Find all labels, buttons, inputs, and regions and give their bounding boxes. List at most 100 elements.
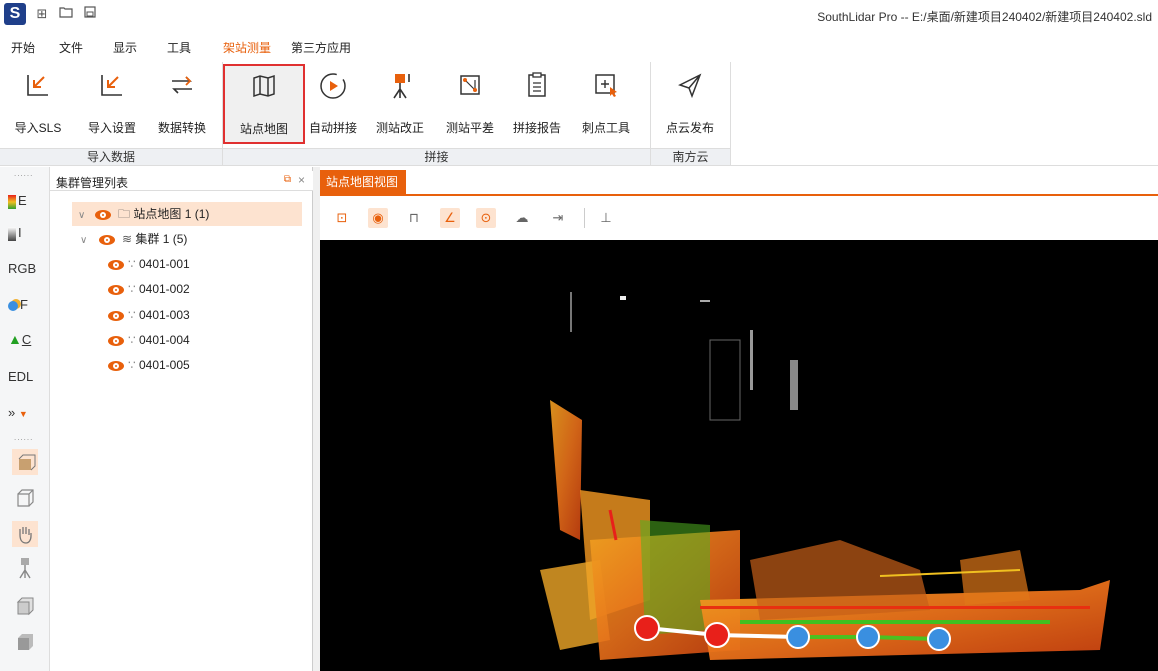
chevron-down-icon[interactable]: ∨ <box>78 210 85 221</box>
tree-node-station-map[interactable]: ∨ 🗀 站点地图 1 (1) <box>72 202 302 226</box>
fit-view-icon[interactable]: ⊡ <box>332 208 352 228</box>
visibility-eye-icon[interactable] <box>108 259 124 270</box>
field-color-button[interactable]: F <box>8 293 42 317</box>
save-icon[interactable] <box>82 6 98 22</box>
folder-icon: 🗀 <box>118 207 131 221</box>
import-settings-icon <box>101 75 122 96</box>
scanner-icon <box>393 74 410 99</box>
float-panel-icon[interactable]: ⧉ <box>284 174 291 185</box>
rgb-color-button[interactable]: RGB <box>8 257 42 281</box>
tree-node-cluster[interactable]: ∨ ≋ 集群 1 (5) <box>72 227 187 251</box>
pierce-icon <box>595 74 617 97</box>
menu-station-survey[interactable]: 架站测量 <box>214 36 280 60</box>
bookmark-icon[interactable]: ⊓ <box>404 208 424 228</box>
group-label-import: 导入数据 <box>0 148 222 165</box>
point-cloud-icon: ∵ <box>128 358 136 372</box>
play-icon <box>320 73 346 99</box>
group-label-stitch: 拼接 <box>223 148 650 165</box>
visibility-eye-icon[interactable] <box>108 284 124 295</box>
left-toolbar: ...... E I RGB F ▲C EDL » ▼ ...... <box>0 167 50 671</box>
cube-dark-icon[interactable] <box>12 629 38 655</box>
map-icon <box>253 74 275 98</box>
visibility-eye-icon[interactable] <box>108 335 124 346</box>
point-cloud-icon: ∵ <box>128 308 136 322</box>
group-separator <box>730 62 731 166</box>
tree-node-station[interactable]: ∵ 0401-002 <box>108 277 190 301</box>
cluster-panel: 集群管理列表 ⧉ × ∨ 🗀 站点地图 1 (1) ∨ ≋ 集群 1 (5) ∵… <box>50 167 313 671</box>
tree-node-station[interactable]: ∵ 0401-003 <box>108 303 190 327</box>
menu-display[interactable]: 显示 <box>106 36 144 60</box>
toolbar-grip: ...... <box>14 433 34 442</box>
station-adjust-button[interactable]: 测站平差 <box>440 64 500 144</box>
close-panel-icon[interactable]: × <box>298 173 305 187</box>
visibility-eye-icon[interactable] <box>98 234 115 245</box>
ribbon: 导入SLS 导入设置 数据转换 站点地图 自动拼接 测站改正 测站平差 拼接报告… <box>0 62 1158 166</box>
menu-third-party[interactable]: 第三方应用 <box>288 36 354 60</box>
point-cloud-canvas[interactable] <box>320 240 1158 671</box>
view-toolbar: ⊡ ◉ ⊓ ∠ ⊙ ☁ ⇥ ⊥ <box>320 196 1158 240</box>
convert-icon <box>172 76 192 94</box>
panel-splitter[interactable] <box>313 167 320 671</box>
more-button[interactable]: » ▼ <box>8 401 42 425</box>
import-sls-button[interactable]: 导入SLS <box>8 64 68 144</box>
station-map-button[interactable]: 站点地图 <box>223 64 305 144</box>
window-title: SouthLidar Pro -- E:/桌面/新建项目240402/新建项目2… <box>817 10 1152 24</box>
cloud-publish-button[interactable]: 点云发布 <box>660 64 720 144</box>
station-marker-0401-004[interactable] <box>856 625 880 649</box>
adjust-icon <box>460 75 480 95</box>
tree-node-station[interactable]: ∵ 0401-005 <box>108 353 190 377</box>
point-cloud-icon: ∵ <box>128 257 136 271</box>
menu-tools[interactable]: 工具 <box>160 36 198 60</box>
tree-node-station[interactable]: ∵ 0401-001 <box>108 252 190 276</box>
station-marker-0401-001[interactable] <box>634 615 660 641</box>
tree-node-station[interactable]: ∵ 0401-004 <box>108 328 190 352</box>
open-icon[interactable] <box>58 6 74 22</box>
visibility-eye-icon[interactable] <box>108 360 124 371</box>
export-icon[interactable]: ⇥ <box>548 208 568 228</box>
new-icon[interactable]: ⊞ <box>34 6 50 22</box>
chevron-down-icon[interactable]: ∨ <box>80 235 87 246</box>
angle-measure-icon[interactable]: ∠ <box>440 208 460 228</box>
point-cloud-icon: ∵ <box>128 333 136 347</box>
stitch-report-button[interactable]: 拼接报告 <box>507 64 567 144</box>
import-settings-button[interactable]: 导入设置 <box>82 64 142 144</box>
edl-button[interactable]: EDL <box>8 365 42 389</box>
station-correct-button[interactable]: 测站改正 <box>370 64 430 144</box>
panel-header: 集群管理列表 ⧉ × <box>50 171 313 191</box>
auto-stitch-button[interactable]: 自动拼接 <box>303 64 363 144</box>
axis-add-icon[interactable]: ⊥ <box>596 208 616 228</box>
panel-title: 集群管理列表 <box>56 176 129 190</box>
box-select-icon[interactable] <box>12 449 38 475</box>
visibility-eye-icon[interactable] <box>108 310 124 321</box>
cube-outline-icon[interactable] <box>12 485 38 511</box>
pierce-point-button[interactable]: 刺点工具 <box>576 64 636 144</box>
data-convert-button[interactable]: 数据转换 <box>152 64 212 144</box>
station-marker-0401-002[interactable] <box>704 622 730 648</box>
classification-color-button[interactable]: ▲C <box>8 327 42 351</box>
report-icon <box>528 72 546 97</box>
group-label-south-cloud: 南方云 <box>651 148 730 165</box>
pan-hand-icon[interactable] <box>12 521 38 547</box>
toolbar-divider <box>584 208 585 228</box>
cube-solid-icon[interactable] <box>12 593 38 619</box>
target-icon[interactable]: ◉ <box>368 208 388 228</box>
send-icon <box>678 73 702 99</box>
toolbar-grip: ...... <box>14 169 34 178</box>
station-marker-0401-005[interactable] <box>927 627 951 651</box>
point-cloud-icon: ∵ <box>128 282 136 296</box>
layers-icon: ≋ <box>122 232 133 246</box>
cloud-add-icon[interactable]: ☁ <box>512 208 532 228</box>
intensity-color-button[interactable]: I <box>8 221 42 245</box>
station-marker-0401-003[interactable] <box>786 625 810 649</box>
tab-station-map-view[interactable]: 站点地图视图 <box>320 170 406 194</box>
station-scanner-icon[interactable] <box>12 555 38 581</box>
title-bar: S ⊞ SouthLidar Pro -- E:/桌面/新建项目240402/新… <box>0 0 1158 30</box>
view-eye-icon[interactable]: ⊙ <box>476 208 496 228</box>
menu-file[interactable]: 文件 <box>52 36 90 60</box>
app-logo: S <box>4 3 26 25</box>
menu-bar: 开始 文件 显示 工具 架站测量 第三方应用 <box>0 36 1158 60</box>
elevation-color-button[interactable]: E <box>8 189 42 213</box>
menu-start[interactable]: 开始 <box>4 36 42 60</box>
import-icon <box>27 75 48 96</box>
visibility-eye-icon[interactable] <box>94 209 111 220</box>
